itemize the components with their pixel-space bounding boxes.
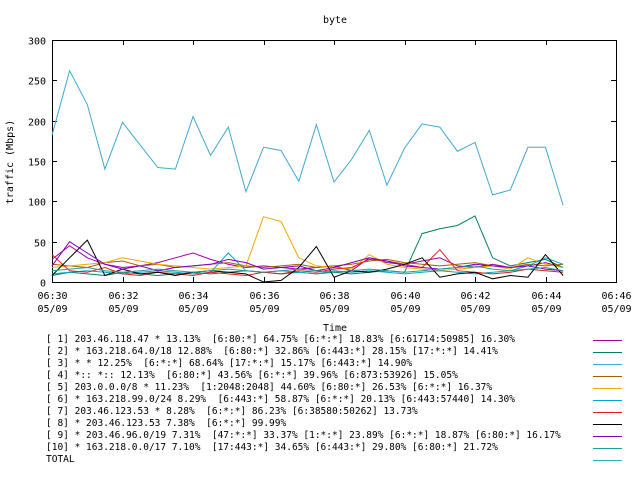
- legend-label: [10] * 163.218.0.0/17 7.10% [17:443:*] 3…: [46, 442, 498, 453]
- x-tick-label-date: 05/09: [37, 304, 67, 315]
- legend-entry: [ 3] * * 12.25% [6:*:*] 68.64% [17:*:*] …: [0, 358, 640, 370]
- y-tick-label: 100: [28, 198, 46, 209]
- y-tick-label: 300: [28, 37, 46, 48]
- x-tick-label-time: 06:40: [390, 291, 420, 302]
- x-tick-label-date: 05/09: [460, 304, 490, 315]
- y-tick-label: 250: [28, 77, 46, 88]
- chart-title: byte: [323, 15, 347, 26]
- x-tick-label-time: 06:46: [601, 291, 631, 302]
- legend-entry: [ 5] 203.0.0.0/8 * 11.23% [1:2048:2048] …: [0, 382, 640, 394]
- legend-label: [ 5] 203.0.0.0/8 * 11.23% [1:2048:2048] …: [46, 382, 493, 393]
- legend-entry: TOTAL: [0, 454, 640, 466]
- y-axis-label: traffic (Mbps): [5, 120, 16, 204]
- legend-swatch: [593, 460, 622, 461]
- series-line-3: [51, 69, 564, 206]
- x-tick-label-time: 06:36: [249, 291, 279, 302]
- legend-swatch: [593, 364, 622, 365]
- y-tick-label: 200: [28, 118, 46, 129]
- y-tick-label: 50: [34, 239, 46, 250]
- legend-entry: [ 9] * 203.46.96.0/19 7.31% [47:*:*] 33.…: [0, 430, 640, 442]
- legend-swatch: [593, 448, 622, 449]
- y-tick-label: 150: [28, 158, 46, 169]
- legend-swatch: [593, 352, 622, 353]
- series-line-8: [51, 239, 564, 283]
- legend-label: [ 8] * 203.46.123.53 7.38% [6:*:*] 99.99…: [46, 418, 287, 429]
- legend-swatch: [593, 424, 622, 425]
- legend-swatch: [593, 436, 622, 437]
- series-lines: [51, 69, 564, 283]
- legend-label: [ 9] * 203.46.96.0/19 7.31% [47:*:*] 33.…: [46, 430, 561, 441]
- x-tick-label-time: 06:30: [37, 291, 67, 302]
- x-tick-label-time: 06:38: [319, 291, 349, 302]
- legend-swatch: [593, 376, 622, 377]
- legend-entry: [ 1] 203.46.118.47 * 13.13% [6:80:*] 64.…: [0, 334, 640, 346]
- x-tick-label-date: 05/09: [249, 304, 279, 315]
- x-tick-label-date: 05/09: [319, 304, 349, 315]
- legend-swatch: [593, 340, 622, 341]
- x-tick-label-date: 05/09: [531, 304, 561, 315]
- legend-swatch: [593, 412, 622, 413]
- legend-label: TOTAL: [46, 454, 75, 465]
- x-axis-label: Time: [323, 323, 347, 334]
- y-tick-label: 0: [40, 279, 46, 290]
- y-axis: 0 50 100 150 200 250 300: [28, 37, 616, 290]
- x-tick-label-date: 05/09: [178, 304, 208, 315]
- legend-swatch: [593, 388, 622, 389]
- legend-label: [ 7] 203.46.123.53 * 8.28% [6:*:*] 86.23…: [46, 406, 418, 417]
- legend-swatch: [593, 400, 622, 401]
- legend-entry: [ 2] * 163.218.64.0/18 12.88% [6:80:*] 3…: [0, 346, 640, 358]
- plot-frame: [52, 40, 617, 283]
- x-tick-label-date: 05/09: [601, 304, 631, 315]
- legend-entry: [10] * 163.218.0.0/17 7.10% [17:443:*] 3…: [0, 442, 640, 454]
- x-tick-label-time: 06:44: [531, 291, 561, 302]
- x-tick-label-date: 05/09: [390, 304, 420, 315]
- legend-label: [ 6] * 163.218.99.0/24 8.29% [6:443:*] 5…: [46, 394, 515, 405]
- legend-entry: [ 6] * 163.218.99.0/24 8.29% [6:443:*] 5…: [0, 394, 640, 406]
- legend-label: [ 1] 203.46.118.47 * 13.13% [6:80:*] 64.…: [46, 334, 515, 345]
- x-tick-label-time: 06:32: [108, 291, 138, 302]
- legend-entry: [ 7] 203.46.123.53 * 8.28% [6:*:*] 86.23…: [0, 406, 640, 418]
- legend-label: [ 3] * * 12.25% [6:*:*] 68.64% [17:*:*] …: [46, 358, 413, 369]
- legend-label: [ 2] * 163.218.64.0/18 12.88% [6:80:*] 3…: [46, 346, 498, 357]
- x-tick-label-time: 06:42: [460, 291, 490, 302]
- legend-entry: [ 4] *:: *:: 12.13% [6:80:*] 43.56% [6:*…: [0, 370, 640, 382]
- legend-label: [ 4] *:: *:: 12.13% [6:80:*] 43.56% [6:*…: [46, 370, 458, 381]
- legend-entry: [ 8] * 203.46.123.53 7.38% [6:*:*] 99.99…: [0, 418, 640, 430]
- x-tick-label-time: 06:34: [178, 291, 208, 302]
- x-tick-label-date: 05/09: [108, 304, 138, 315]
